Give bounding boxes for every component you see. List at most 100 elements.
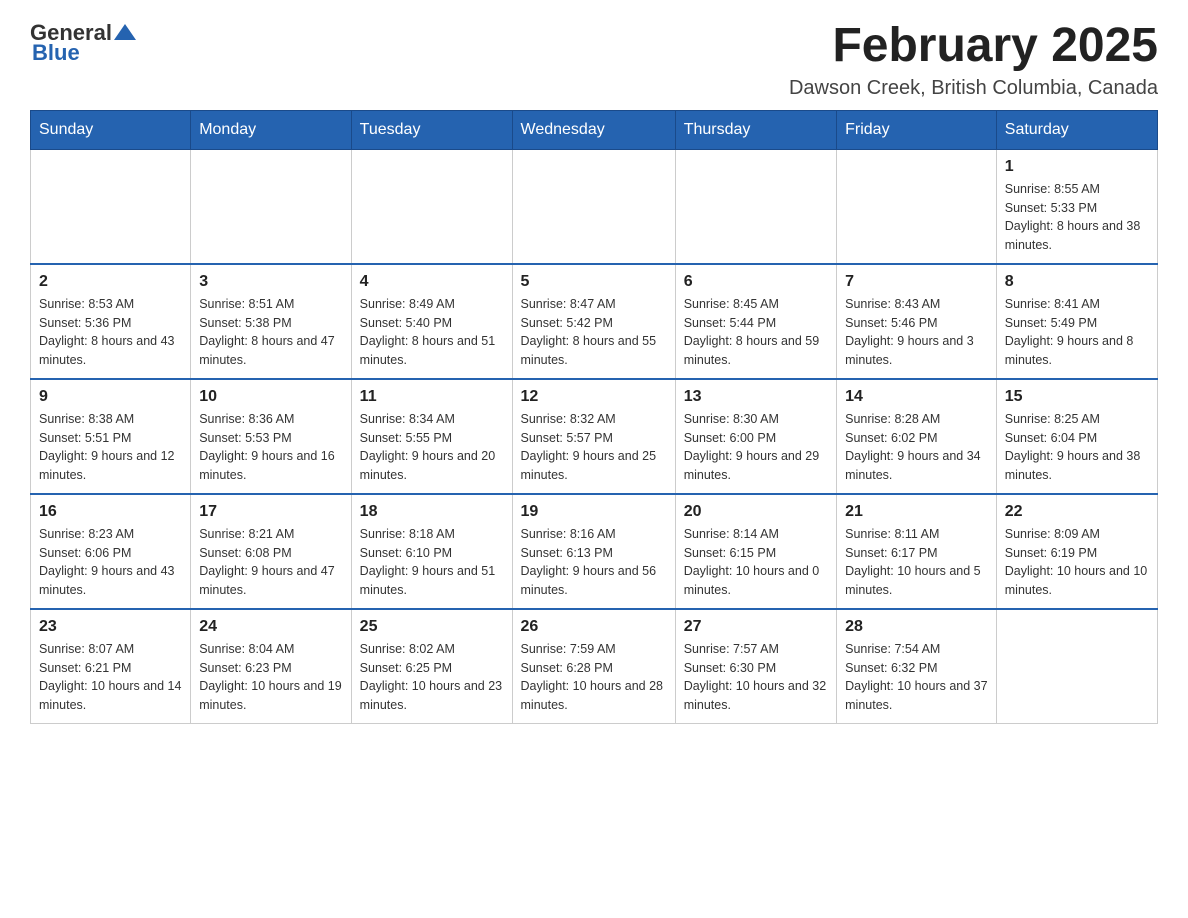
day-info: Sunrise: 8:43 AM (845, 295, 988, 314)
day-info: Sunset: 6:08 PM (199, 544, 342, 563)
day-info: Sunrise: 7:57 AM (684, 640, 828, 659)
col-tuesday: Tuesday (351, 110, 512, 149)
day-info: Sunrise: 8:38 AM (39, 410, 182, 429)
day-info: Sunset: 5:38 PM (199, 314, 342, 333)
day-number: 13 (684, 388, 828, 406)
table-row: 16Sunrise: 8:23 AMSunset: 6:06 PMDayligh… (31, 494, 191, 609)
day-info: Daylight: 9 hours and 12 minutes. (39, 447, 182, 485)
table-row (996, 609, 1157, 724)
day-info: Daylight: 10 hours and 5 minutes. (845, 562, 988, 600)
day-info: Daylight: 9 hours and 8 minutes. (1005, 332, 1149, 370)
calendar-table: Sunday Monday Tuesday Wednesday Thursday… (30, 110, 1158, 724)
table-row: 20Sunrise: 8:14 AMSunset: 6:15 PMDayligh… (675, 494, 836, 609)
table-row: 7Sunrise: 8:43 AMSunset: 5:46 PMDaylight… (837, 264, 997, 379)
day-number: 23 (39, 618, 182, 636)
day-info: Sunrise: 8:47 AM (521, 295, 667, 314)
table-row: 22Sunrise: 8:09 AMSunset: 6:19 PMDayligh… (996, 494, 1157, 609)
day-number: 7 (845, 273, 988, 291)
logo: General Blue (30, 20, 136, 66)
table-row (512, 149, 675, 264)
day-info: Sunrise: 8:53 AM (39, 295, 182, 314)
day-info: Daylight: 9 hours and 34 minutes. (845, 447, 988, 485)
day-number: 8 (1005, 273, 1149, 291)
calendar-week-row: 16Sunrise: 8:23 AMSunset: 6:06 PMDayligh… (31, 494, 1158, 609)
day-info: Sunset: 6:30 PM (684, 659, 828, 678)
day-info: Sunrise: 8:23 AM (39, 525, 182, 544)
day-info: Daylight: 9 hours and 56 minutes. (521, 562, 667, 600)
day-info: Sunset: 5:53 PM (199, 429, 342, 448)
table-row (675, 149, 836, 264)
table-row: 11 Sunrise: 8:34 AMSunset: 5:55 PMDayligh… (351, 379, 512, 494)
day-info: Sunrise: 8:34 AM (360, 410, 504, 429)
day-info: Sunrise: 8:09 AM (1005, 525, 1149, 544)
day-info: Daylight: 9 hours and 47 minutes. (199, 562, 342, 600)
col-wednesday: Wednesday (512, 110, 675, 149)
day-info: Sunrise: 8:21 AM (199, 525, 342, 544)
day-info: Daylight: 9 hours and 20 minutes. (360, 447, 504, 485)
day-info: Daylight: 9 hours and 38 minutes. (1005, 447, 1149, 485)
table-row: 21Sunrise: 8:11 AMSunset: 6:17 PMDayligh… (837, 494, 997, 609)
table-row: 10Sunrise: 8:36 AMSunset: 5:53 PMDayligh… (191, 379, 351, 494)
day-info: Daylight: 10 hours and 19 minutes. (199, 677, 342, 715)
day-number: 1 (1005, 158, 1149, 176)
col-friday: Friday (837, 110, 997, 149)
table-row: 24 Sunrise: 8:04 AMSunset: 6:23 PMDayligh… (191, 609, 351, 724)
page-header: General Blue February 2025 Dawson Creek,… (30, 20, 1158, 100)
table-row (837, 149, 997, 264)
calendar-week-row: 1Sunrise: 8:55 AMSunset: 5:33 PMDaylight… (31, 149, 1158, 264)
day-info: Sunrise: 8:55 AM (1005, 180, 1149, 199)
table-row: 13Sunrise: 8:30 AMSunset: 6:00 PMDayligh… (675, 379, 836, 494)
day-info: Sunrise: 8:28 AM (845, 410, 988, 429)
table-row: 17Sunrise: 8:21 AMSunset: 6:08 PMDayligh… (191, 494, 351, 609)
day-info: Daylight: 9 hours and 16 minutes. (199, 447, 342, 485)
day-info: Sunset: 6:02 PM (845, 429, 988, 448)
day-info: Sunset: 6:17 PM (845, 544, 988, 563)
table-row: 27 Sunrise: 7:57 AMSunset: 6:30 PMDayligh… (675, 609, 836, 724)
day-info: Sunset: 5:44 PM (684, 314, 828, 333)
table-row: 8 Sunrise: 8:41 AMSunset: 5:49 PMDaylight… (996, 264, 1157, 379)
day-number: 10 (199, 388, 342, 406)
logo-triangle-icon (114, 20, 136, 42)
day-info: Daylight: 10 hours and 28 minutes. (521, 677, 667, 715)
day-info: Sunrise: 8:32 AM (521, 410, 667, 429)
day-info: Sunset: 5:55 PM (360, 429, 504, 448)
day-number: 19 (521, 503, 667, 521)
day-number: 24 (199, 618, 342, 636)
table-row: 2Sunrise: 8:53 AMSunset: 5:36 PMDaylight… (31, 264, 191, 379)
day-number: 25 (360, 618, 504, 636)
day-number: 11 (360, 388, 504, 406)
day-info: Sunrise: 8:11 AM (845, 525, 988, 544)
day-info: Daylight: 9 hours and 25 minutes. (521, 447, 667, 485)
day-info: Sunset: 5:36 PM (39, 314, 182, 333)
col-saturday: Saturday (996, 110, 1157, 149)
day-info: Sunset: 6:23 PM (199, 659, 342, 678)
day-number: 28 (845, 618, 988, 636)
day-number: 16 (39, 503, 182, 521)
table-row: 18Sunrise: 8:18 AMSunset: 6:10 PMDayligh… (351, 494, 512, 609)
day-info: Sunset: 5:49 PM (1005, 314, 1149, 333)
location-subtitle: Dawson Creek, British Columbia, Canada (789, 77, 1158, 100)
day-info: Sunset: 5:42 PM (521, 314, 667, 333)
table-row: 15Sunrise: 8:25 AMSunset: 6:04 PMDayligh… (996, 379, 1157, 494)
day-info: Daylight: 9 hours and 29 minutes. (684, 447, 828, 485)
day-info: Daylight: 10 hours and 23 minutes. (360, 677, 504, 715)
day-info: Sunrise: 7:59 AM (521, 640, 667, 659)
day-info: Daylight: 9 hours and 43 minutes. (39, 562, 182, 600)
day-info: Sunset: 6:13 PM (521, 544, 667, 563)
day-info: Sunrise: 8:41 AM (1005, 295, 1149, 314)
day-number: 27 (684, 618, 828, 636)
table-row: 23Sunrise: 8:07 AMSunset: 6:21 PMDayligh… (31, 609, 191, 724)
day-info: Sunset: 5:33 PM (1005, 199, 1149, 218)
day-info: Sunrise: 8:25 AM (1005, 410, 1149, 429)
day-info: Daylight: 9 hours and 51 minutes. (360, 562, 504, 600)
day-info: Daylight: 8 hours and 43 minutes. (39, 332, 182, 370)
day-info: Sunset: 5:40 PM (360, 314, 504, 333)
day-info: Daylight: 10 hours and 32 minutes. (684, 677, 828, 715)
day-info: Daylight: 8 hours and 59 minutes. (684, 332, 828, 370)
col-monday: Monday (191, 110, 351, 149)
day-info: Sunrise: 8:04 AM (199, 640, 342, 659)
month-year-title: February 2025 (789, 20, 1158, 73)
col-sunday: Sunday (31, 110, 191, 149)
day-info: Sunrise: 8:45 AM (684, 295, 828, 314)
day-info: Sunset: 6:00 PM (684, 429, 828, 448)
